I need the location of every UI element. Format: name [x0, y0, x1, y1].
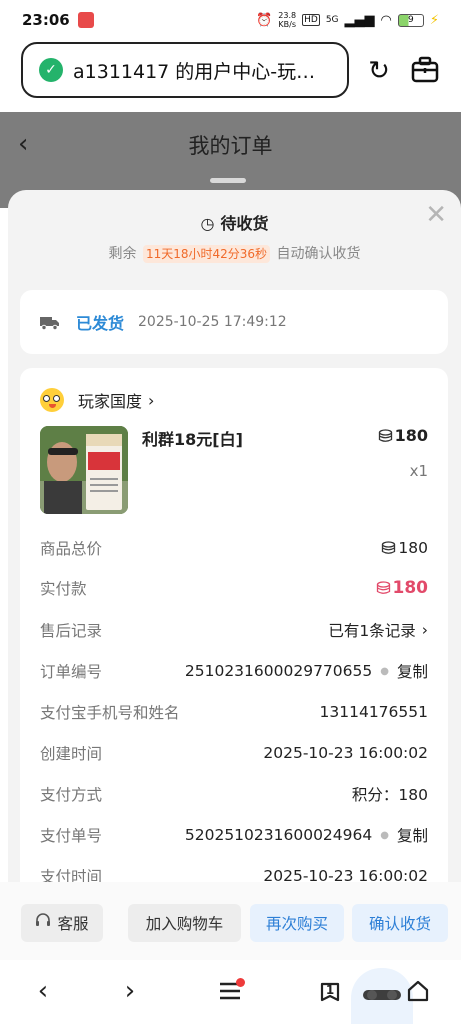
- points-coin-icon: [378, 428, 392, 442]
- shipping-card[interactable]: 已发货 2025-10-25 17:49:12: [20, 290, 448, 354]
- pay-method-row: 支付方式 积分：180: [40, 782, 428, 806]
- product-price: 180: [378, 426, 428, 445]
- status-indicators: ⏰ 23.8 KB/s HD 5G ▂▄▆ ◠ 9 ⚡: [256, 11, 439, 29]
- order-action-bar: 客服 加入购物车 再次购买 确认收货: [0, 882, 461, 960]
- signal-bars-icon: ▂▄▆: [344, 12, 375, 28]
- pay-number-row: 支付单号 5202510231600024964 ● 复制: [40, 823, 428, 847]
- truck-icon: [40, 315, 60, 331]
- product-name[interactable]: 利群18元[白]: [142, 426, 243, 450]
- back-icon[interactable]: ‹: [26, 974, 60, 1008]
- tab-count: 1: [325, 983, 335, 997]
- order-number-text: 2510231600029770655: [184, 662, 373, 680]
- order-card: 玩家国度 › 利群18元[白] 180 x1 商品总价 180 实付款 180 …: [20, 368, 448, 960]
- created-time-row: 创建时间 2025-10-23 16:00:02: [40, 741, 428, 765]
- network-speed-value: 23.8: [278, 11, 297, 20]
- aftersale-label: 售后记录: [40, 622, 103, 640]
- points-coin-icon: [382, 541, 396, 554]
- separator-dot: ●: [380, 665, 389, 677]
- status-bar: 23:06 ⏰ 23.8 KB/s HD 5G ▂▄▆ ◠ 9 ⚡: [0, 0, 461, 40]
- network-speed: 23.8 KB/s: [278, 11, 296, 29]
- customer-service-button[interactable]: 客服: [21, 904, 103, 942]
- countdown-prefix: 剩余: [108, 246, 137, 262]
- pay-method-value: 积分：180: [351, 786, 428, 804]
- product-image[interactable]: [40, 426, 128, 514]
- chevron-right-icon: ›: [421, 621, 428, 639]
- sheet-drag-handle[interactable]: [210, 178, 246, 183]
- add-to-cart-button[interactable]: 加入购物车: [128, 904, 241, 942]
- order-detail-sheet: ✕ ◷ 待收货 剩余 11天18小时42分36秒 自动确认收货 已发货 2025-…: [8, 190, 461, 960]
- alipay-value: 13114176551: [319, 703, 428, 721]
- notification-dot: [236, 978, 245, 987]
- auto-confirm-countdown: 剩余 11天18小时42分36秒 自动确认收货: [8, 243, 461, 263]
- order-number-value: 2510231600029770655 ● 复制: [185, 660, 428, 682]
- sheet-title-text: 待收货: [220, 214, 269, 233]
- separator-dot: ●: [380, 829, 389, 841]
- charging-icon: ⚡: [429, 12, 439, 28]
- headset-icon: [35, 913, 51, 933]
- confirm-receipt-button[interactable]: 确认收货: [352, 904, 448, 942]
- pay-number-value: 5202510231600024964 ● 复制: [185, 824, 428, 846]
- order-number-row: 订单编号 2510231600029770655 ● 复制: [40, 659, 428, 683]
- shop-avatar: [40, 388, 64, 412]
- subtotal-row: 商品总价 180: [40, 536, 428, 560]
- aftersale-value[interactable]: 已有1条记录 ›: [328, 619, 428, 641]
- shop-name: 玩家国度: [78, 392, 143, 411]
- countdown-badge: 11天18小时42分36秒: [142, 245, 271, 263]
- created-time-label: 创建时间: [40, 745, 103, 763]
- alipay-row: 支付宝手机号和姓名 13114176551: [40, 700, 428, 724]
- copy-pay-number-button[interactable]: 复制: [397, 824, 428, 846]
- pay-number-text: 5202510231600024964: [184, 826, 373, 844]
- alipay-label: 支付宝手机号和姓名: [40, 704, 180, 722]
- sheet-title: ◷ 待收货: [8, 210, 461, 234]
- subtotal-label: 商品总价: [40, 540, 103, 558]
- aftersale-text: 已有1条记录: [328, 622, 416, 640]
- paid-value: 180: [376, 578, 429, 598]
- created-time-value: 2025-10-23 16:00:02: [263, 744, 428, 762]
- reload-icon[interactable]: ↻: [364, 56, 394, 86]
- tabs-button[interactable]: 1: [318, 980, 342, 1004]
- battery-icon: 9: [397, 13, 424, 27]
- order-number-label: 订单编号: [40, 663, 103, 681]
- shipping-time: 2025-10-25 17:49:12: [138, 314, 287, 330]
- battery-level: 9: [407, 15, 414, 25]
- wifi-icon: ◠: [380, 12, 392, 28]
- paid-amount: 180: [392, 578, 429, 598]
- buy-again-button[interactable]: 再次购买: [250, 904, 344, 942]
- signal-label: 5G: [325, 15, 339, 25]
- pay-number-label: 支付单号: [40, 827, 103, 845]
- shop-link[interactable]: 玩家国度 ›: [40, 388, 154, 412]
- page-title: 我的订单: [188, 134, 273, 158]
- page-header: ‹ 我的订单: [0, 112, 461, 178]
- clock-icon: ◷: [200, 214, 215, 233]
- app-notification-icon: [77, 12, 94, 28]
- product-quantity: x1: [409, 462, 428, 480]
- browser-toolbar: ✓ a1311417 的用户中心-玩… ↻: [0, 40, 461, 112]
- home-icon[interactable]: [401, 974, 435, 1008]
- countdown-suffix: 自动确认收货: [276, 246, 361, 262]
- chevron-right-icon: ›: [148, 390, 155, 410]
- points-coin-icon: [376, 581, 390, 594]
- shipping-status: 已发货: [76, 314, 125, 333]
- back-chevron-icon[interactable]: ‹: [18, 130, 28, 158]
- status-time: 23:06: [22, 11, 70, 29]
- subtotal-amount: 180: [398, 539, 428, 557]
- briefcase-icon[interactable]: [410, 55, 440, 85]
- secure-shield-icon: ✓: [39, 58, 63, 82]
- subtotal-value: 180: [381, 539, 428, 557]
- copy-order-number-button[interactable]: 复制: [397, 660, 428, 682]
- pay-method-label: 支付方式: [40, 786, 103, 804]
- customer-service-label: 客服: [57, 915, 89, 933]
- network-speed-unit: KB/s: [278, 20, 296, 29]
- paid-row: 实付款 180: [40, 576, 428, 600]
- aftersale-row[interactable]: 售后记录 已有1条记录 ›: [40, 618, 428, 642]
- address-bar[interactable]: ✓ a1311417 的用户中心-玩…: [21, 42, 349, 98]
- alarm-icon: ⏰: [256, 12, 273, 28]
- product-price-value: 180: [394, 426, 428, 445]
- hd-icon: HD: [302, 14, 320, 26]
- browser-nav-bar: ‹ › 1: [0, 960, 461, 1024]
- forward-icon[interactable]: ›: [113, 974, 147, 1008]
- paid-label: 实付款: [40, 580, 87, 598]
- address-bar-text: a1311417 的用户中心-玩…: [73, 60, 316, 83]
